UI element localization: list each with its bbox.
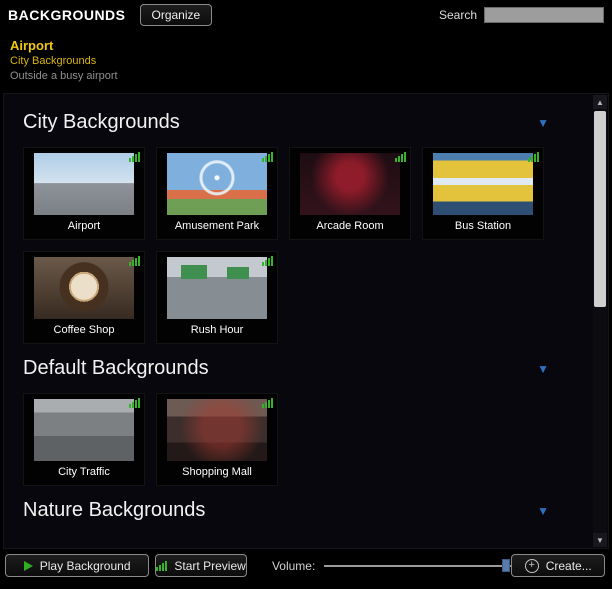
audio-meter-icon <box>262 256 273 266</box>
background-tile-label: Bus Station <box>423 220 543 232</box>
scroll-up-arrow-icon[interactable]: ▲ <box>593 95 607 109</box>
background-thumbnail <box>433 153 533 215</box>
collapse-arrow-icon[interactable]: ▼ <box>537 117 549 129</box>
create-label: Create... <box>546 559 592 573</box>
top-bar: BACKGROUNDS Organize Search <box>0 0 612 30</box>
background-tile-coffee-shop[interactable]: Coffee Shop <box>23 251 145 344</box>
backgrounds-list: City Backgrounds ▼ Airport Amusement Par… <box>4 94 592 548</box>
scroll-down-arrow-icon[interactable]: ▼ <box>593 533 607 547</box>
page-title: BACKGROUNDS <box>8 7 126 23</box>
audio-meter-icon <box>156 561 167 571</box>
audio-meter-icon <box>262 398 273 408</box>
background-thumbnail <box>34 153 134 215</box>
background-tile-airport[interactable]: Airport <box>23 147 145 240</box>
background-thumbnail <box>34 399 134 461</box>
background-tile-label: Coffee Shop <box>24 324 144 336</box>
bottom-toolbar: Play Background Start Preview Volume: Cr… <box>0 549 612 582</box>
audio-meter-icon <box>129 398 140 408</box>
volume-slider-track <box>324 565 511 567</box>
background-tile-shopping-mall[interactable]: Shopping Mall <box>156 393 278 486</box>
play-background-label: Play Background <box>40 559 131 573</box>
audio-meter-icon <box>395 152 406 162</box>
selected-background-description: Outside a busy airport <box>10 69 602 84</box>
selected-background-name: Airport <box>10 37 602 54</box>
background-tile-label: Airport <box>24 220 144 232</box>
collapse-arrow-icon[interactable]: ▼ <box>537 363 549 375</box>
play-background-button[interactable]: Play Background <box>5 554 149 577</box>
section-header-default: Default Backgrounds ▼ <box>23 357 573 380</box>
section-header-nature: Nature Backgrounds ▼ <box>23 499 573 522</box>
organize-button[interactable]: Organize <box>140 4 213 26</box>
background-thumbnail <box>34 257 134 319</box>
background-tile-amusement-park[interactable]: Amusement Park <box>156 147 278 240</box>
vertical-scrollbar[interactable]: ▲ ▼ <box>593 95 607 547</box>
volume-label: Volume: <box>272 559 315 573</box>
section-title: City Backgrounds <box>23 111 180 134</box>
section-header-city: City Backgrounds ▼ <box>23 111 573 134</box>
create-button[interactable]: Create... <box>511 554 605 577</box>
audio-meter-icon <box>129 152 140 162</box>
background-tile-arcade-room[interactable]: Arcade Room <box>289 147 411 240</box>
selected-background-category: City Backgrounds <box>10 54 602 69</box>
volume-slider[interactable] <box>324 558 511 573</box>
background-thumbnail <box>300 153 400 215</box>
section-title: Default Backgrounds <box>23 357 209 380</box>
search-label: Search <box>439 8 477 22</box>
tile-grid-default: City Traffic Shopping Mall <box>23 393 573 486</box>
start-preview-label: Start Preview <box>174 559 245 573</box>
background-tile-bus-station[interactable]: Bus Station <box>422 147 544 240</box>
scrollbar-thumb[interactable] <box>594 111 606 307</box>
background-tile-label: City Traffic <box>24 466 144 478</box>
background-tile-city-traffic[interactable]: City Traffic <box>23 393 145 486</box>
audio-meter-icon <box>129 256 140 266</box>
current-selection: Airport City Backgrounds Outside a busy … <box>0 30 612 93</box>
play-icon <box>24 561 33 571</box>
background-tile-rush-hour[interactable]: Rush Hour <box>156 251 278 344</box>
background-tile-label: Amusement Park <box>157 220 277 232</box>
background-thumbnail <box>167 257 267 319</box>
audio-meter-icon <box>528 152 539 162</box>
backgrounds-panel: City Backgrounds ▼ Airport Amusement Par… <box>3 93 609 549</box>
background-tile-label: Arcade Room <box>290 220 410 232</box>
background-tile-label: Shopping Mall <box>157 466 277 478</box>
background-thumbnail <box>167 399 267 461</box>
background-tile-label: Rush Hour <box>157 324 277 336</box>
audio-meter-icon <box>262 152 273 162</box>
tile-grid-city: Airport Amusement Park Arcade Room Bus S… <box>23 147 573 344</box>
plus-icon <box>525 559 539 573</box>
start-preview-button[interactable]: Start Preview <box>155 554 247 577</box>
volume-slider-handle[interactable] <box>502 559 510 572</box>
search-area: Search <box>439 7 604 23</box>
section-title: Nature Backgrounds <box>23 499 205 522</box>
collapse-arrow-icon[interactable]: ▼ <box>537 505 549 517</box>
background-thumbnail <box>167 153 267 215</box>
search-input[interactable] <box>484 7 604 23</box>
